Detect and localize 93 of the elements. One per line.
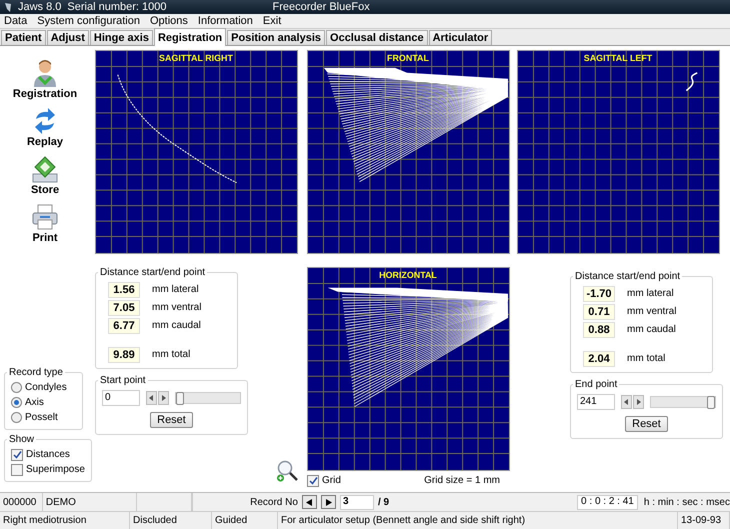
- group-title: Record type: [8, 367, 64, 378]
- radio-button[interactable]: [11, 397, 22, 408]
- right-arrow-icon: [324, 498, 332, 506]
- slider-thumb[interactable]: [707, 396, 715, 409]
- plot-title: SAGITTAL RIGHT: [159, 52, 233, 63]
- status-cell: Discluded: [130, 512, 212, 529]
- slider-track[interactable]: [650, 396, 716, 408]
- store-icon: [30, 154, 60, 184]
- radio-button[interactable]: [11, 412, 22, 423]
- reset-button[interactable]: Reset: [150, 412, 193, 428]
- record-label: Record No: [250, 496, 298, 508]
- option-label[interactable]: Condyles: [25, 382, 67, 393]
- value-field: 6.77: [108, 318, 140, 334]
- option-label[interactable]: Grid: [322, 475, 341, 486]
- app-title: Jaws 8.0: [18, 1, 62, 13]
- tab[interactable]: Position analysis: [227, 30, 326, 45]
- unit-label: mm lateral: [152, 284, 199, 295]
- toolbar-button[interactable]: Store: [0, 154, 90, 196]
- spin-right-button[interactable]: [158, 391, 169, 405]
- unit-label: mm lateral: [627, 288, 674, 299]
- device-name: Freecorder BlueFox: [272, 1, 370, 13]
- value-field: 9.89: [108, 346, 140, 362]
- slider-thumb[interactable]: [176, 392, 184, 405]
- next-button[interactable]: [320, 495, 336, 509]
- tab[interactable]: Adjust: [46, 30, 89, 45]
- number-field[interactable]: 0: [102, 390, 140, 406]
- unit-label: mm total: [627, 353, 666, 364]
- zoom-in-icon[interactable]: [276, 460, 298, 482]
- status-cell: For articulator setup (Bennett angle and side shift right): [278, 512, 678, 529]
- value-field: 0.71: [583, 304, 615, 320]
- menu-item[interactable]: Options: [150, 15, 188, 27]
- option-label[interactable]: Posselt: [25, 412, 58, 423]
- menu-item[interactable]: Data: [4, 15, 28, 27]
- previous-button[interactable]: [302, 495, 317, 509]
- plot-title: HORIZONTAL: [379, 270, 437, 280]
- spin-right-button[interactable]: [633, 395, 644, 409]
- toolbar-button[interactable]: Registration: [0, 58, 90, 100]
- checkbox[interactable]: [11, 464, 23, 476]
- option-label[interactable]: Superimpose: [26, 464, 85, 475]
- checkbox[interactable]: [307, 474, 319, 486]
- time-field: 0 : 0 : 2 : 41: [577, 494, 638, 510]
- left-arrow-icon: [149, 395, 154, 401]
- spin-left-button[interactable]: [621, 395, 632, 409]
- record-field[interactable]: 3: [340, 494, 374, 510]
- toolbar-button[interactable]: Replay: [0, 106, 90, 148]
- left-arrow-icon: [306, 498, 313, 506]
- value-field: 2.04: [583, 350, 615, 366]
- unit-label: mm caudal: [152, 320, 201, 331]
- status-cell: Guided: [212, 512, 278, 529]
- serial-number: Serial number: 1000: [67, 1, 166, 13]
- app-icon: [4, 2, 12, 12]
- spin-left-button[interactable]: [146, 391, 157, 405]
- group-title: Distance start/end point: [99, 267, 206, 278]
- number-field[interactable]: 241: [577, 394, 615, 410]
- record-total: / 9: [378, 496, 390, 508]
- left-arrow-icon: [624, 399, 629, 405]
- time-format-label: h : min : sec : msec: [644, 496, 730, 508]
- value-field: 1.56: [108, 282, 140, 298]
- tab[interactable]: Patient: [1, 30, 46, 45]
- menu-item[interactable]: System configuration: [37, 15, 140, 27]
- unit-label: mm caudal: [627, 324, 676, 335]
- tab[interactable]: Articulator: [428, 30, 492, 45]
- radio-button[interactable]: [11, 382, 22, 393]
- value-field: 0.88: [583, 322, 615, 338]
- plot-title: FRONTAL: [387, 52, 429, 63]
- group-title: Distance start/end point: [574, 271, 682, 282]
- reset-button[interactable]: Reset: [625, 416, 668, 432]
- value-field: 7.05: [108, 300, 140, 316]
- option-label[interactable]: Axis: [25, 397, 44, 408]
- grid-size-label: Grid size = 1 mm: [424, 475, 500, 486]
- status-cell: Right mediotrusion: [0, 512, 130, 529]
- unit-label: mm total: [152, 349, 190, 360]
- group-title: End point: [574, 379, 618, 390]
- tab[interactable]: Registration: [154, 28, 226, 46]
- slider-track[interactable]: [175, 392, 241, 404]
- tab[interactable]: Occlusal distance: [326, 30, 428, 45]
- group-title: Show: [8, 434, 36, 445]
- status-cell: 13-09-93: [678, 512, 730, 529]
- option-label[interactable]: Distances: [26, 449, 70, 460]
- right-arrow-icon: [161, 395, 166, 401]
- menu-item[interactable]: Exit: [262, 15, 282, 27]
- unit-label: mm ventral: [627, 306, 676, 317]
- tab[interactable]: Hinge axis: [90, 30, 153, 45]
- right-arrow-icon: [636, 399, 641, 405]
- checkbox[interactable]: [11, 448, 23, 460]
- group-title: Start point: [99, 375, 147, 386]
- printer-icon: [30, 202, 60, 232]
- menu-item[interactable]: Information: [198, 15, 253, 27]
- unit-label: mm ventral: [152, 302, 202, 313]
- trace-drawing: [686, 72, 698, 92]
- value-field: -1.70: [583, 286, 615, 302]
- toolbar-button[interactable]: Print: [0, 202, 90, 244]
- plot-title: SAGITTAL LEFT: [584, 52, 652, 63]
